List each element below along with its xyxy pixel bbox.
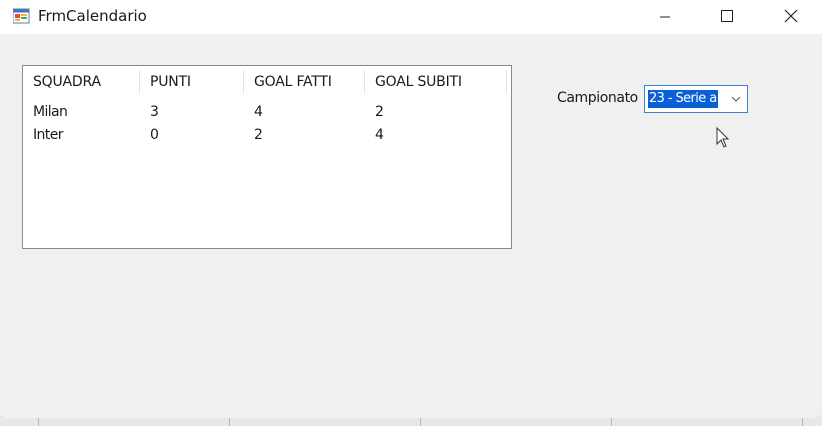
campionato-label: Campionato	[557, 90, 638, 106]
app-form-icon	[12, 8, 31, 24]
cell-punti: 0	[150, 127, 159, 143]
minimize-button[interactable]	[642, 0, 688, 32]
campionato-combobox[interactable]: 23 - Serie a	[644, 85, 748, 113]
column-separator[interactable]	[506, 70, 507, 94]
form-window: FrmCalendario SQUADRA PUNTI GOAL FATTI G…	[0, 0, 822, 418]
table-row[interactable]: Milan 3 4 2	[23, 100, 511, 122]
background-strip	[0, 418, 822, 426]
campionato-selected-value: 23 - Serie a	[648, 90, 718, 108]
window-title: FrmCalendario	[38, 7, 147, 25]
cell-goal-fatti: 4	[254, 104, 263, 120]
cell-goal-subiti: 4	[375, 127, 384, 143]
classifica-listview[interactable]: SQUADRA PUNTI GOAL FATTI GOAL SUBITI Mil…	[22, 65, 512, 249]
title-bar[interactable]: FrmCalendario	[0, 0, 822, 34]
cell-goal-subiti: 2	[375, 104, 384, 120]
cell-squadra: Inter	[33, 127, 63, 143]
table-row[interactable]: Inter 0 2 4	[23, 123, 511, 145]
divider	[420, 418, 421, 426]
divider	[611, 418, 612, 426]
close-button[interactable]	[768, 0, 814, 32]
maximize-button[interactable]	[704, 0, 750, 32]
column-header-label: GOAL FATTI	[254, 74, 332, 90]
column-header-label: GOAL SUBITI	[375, 74, 462, 90]
listview-header: SQUADRA PUNTI GOAL FATTI GOAL SUBITI	[23, 66, 511, 96]
cell-punti: 3	[150, 104, 159, 120]
maximize-icon	[721, 10, 733, 22]
column-header-squadra[interactable]: SQUADRA	[23, 66, 140, 96]
column-header-punti[interactable]: PUNTI	[140, 66, 244, 96]
cell-goal-fatti: 2	[254, 127, 263, 143]
cell-squadra: Milan	[33, 104, 68, 120]
chevron-down-icon[interactable]	[729, 93, 743, 105]
divider	[802, 418, 803, 426]
divider	[38, 418, 39, 426]
divider	[229, 418, 230, 426]
column-header-label: SQUADRA	[33, 74, 101, 90]
close-icon	[784, 9, 798, 23]
column-header-goal-fatti[interactable]: GOAL FATTI	[244, 66, 365, 96]
mouse-pointer-icon	[716, 126, 730, 149]
minimize-icon	[659, 10, 671, 22]
column-header-goal-subiti[interactable]: GOAL SUBITI	[365, 66, 507, 96]
column-header-label: PUNTI	[150, 74, 191, 90]
